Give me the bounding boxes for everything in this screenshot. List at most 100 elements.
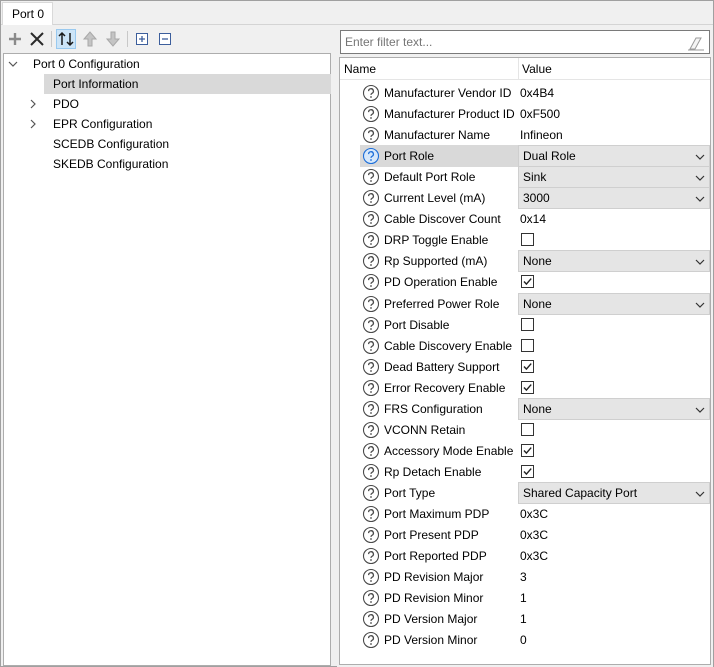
help-icon[interactable] xyxy=(362,421,380,439)
property-row-manufacturer-vendor-id[interactable]: Manufacturer Vendor ID 0x4B4 xyxy=(340,82,710,104)
help-icon[interactable] xyxy=(362,210,380,228)
property-row-error-recovery-enable[interactable]: Error Recovery Enable xyxy=(340,377,710,399)
property-row-drp-toggle-enable[interactable]: DRP Toggle Enable xyxy=(340,229,710,251)
property-value[interactable]: 0xF500 xyxy=(520,103,560,125)
help-icon[interactable] xyxy=(362,84,380,102)
help-icon[interactable] xyxy=(362,358,380,376)
column-header-name[interactable]: Name xyxy=(344,62,376,76)
property-dropdown[interactable]: None xyxy=(518,250,710,273)
property-row-port-reported-pdp[interactable]: Port Reported PDP 0x3C xyxy=(340,545,710,567)
property-row-port-role[interactable]: Port Role Dual Role xyxy=(340,145,710,168)
property-row-rp-supported-ma[interactable]: Rp Supported (mA) None xyxy=(340,250,710,273)
help-icon[interactable] xyxy=(362,526,380,544)
property-row-port-disable[interactable]: Port Disable xyxy=(340,314,710,336)
property-row-preferred-power-role[interactable]: Preferred Power Role None xyxy=(340,292,710,315)
property-value[interactable]: 0x3C xyxy=(520,545,548,567)
property-dropdown[interactable]: None xyxy=(518,292,710,315)
help-icon[interactable] xyxy=(362,273,380,291)
help-icon[interactable] xyxy=(362,463,380,481)
property-dropdown[interactable]: None xyxy=(518,397,710,420)
property-row-pd-version-minor[interactable]: PD Version Minor 0 xyxy=(340,629,710,651)
chevron-down-icon[interactable] xyxy=(7,54,19,74)
property-value[interactable]: 0 xyxy=(520,629,527,651)
property-value[interactable]: 0x14 xyxy=(520,208,546,230)
property-value[interactable]: 1 xyxy=(520,608,527,630)
move-down-icon[interactable] xyxy=(103,29,123,49)
property-row-pd-operation-enable[interactable]: PD Operation Enable xyxy=(340,271,710,293)
clear-filter-icon[interactable] xyxy=(687,35,705,51)
filter-input[interactable] xyxy=(345,34,675,50)
property-value[interactable]: 0x3C xyxy=(520,524,548,546)
tree-item-pdo[interactable]: PDO xyxy=(4,94,330,114)
help-icon[interactable] xyxy=(362,547,380,565)
tree-item-epr-configuration[interactable]: EPR Configuration xyxy=(4,114,330,134)
help-icon[interactable] xyxy=(362,610,380,628)
tab-port-0[interactable]: Port 0 xyxy=(2,2,53,25)
property-checkbox[interactable] xyxy=(521,317,534,331)
property-checkbox[interactable] xyxy=(521,359,534,373)
add-icon[interactable] xyxy=(5,29,25,49)
help-icon[interactable] xyxy=(362,231,380,249)
property-row-manufacturer-name[interactable]: Manufacturer Name Infineon xyxy=(340,124,710,146)
help-icon[interactable] xyxy=(362,147,380,165)
property-row-frs-configuration[interactable]: FRS Configuration None xyxy=(340,397,710,420)
property-row-port-present-pdp[interactable]: Port Present PDP 0x3C xyxy=(340,524,710,546)
help-icon[interactable] xyxy=(362,105,380,123)
property-checkbox[interactable] xyxy=(521,443,534,457)
collapse-all-icon[interactable] xyxy=(155,29,175,49)
property-value[interactable]: 1 xyxy=(520,587,527,609)
help-icon[interactable] xyxy=(362,295,380,313)
property-value[interactable]: 0x4B4 xyxy=(520,82,554,104)
help-icon[interactable] xyxy=(362,505,380,523)
property-checkbox[interactable] xyxy=(521,275,534,289)
property-row-default-port-role[interactable]: Default Port Role Sink xyxy=(340,166,710,189)
property-checkbox[interactable] xyxy=(521,233,534,247)
remove-icon[interactable] xyxy=(27,29,47,49)
property-row-port-maximum-pdp[interactable]: Port Maximum PDP 0x3C xyxy=(340,503,710,525)
property-row-rp-detach-enable[interactable]: Rp Detach Enable xyxy=(340,461,710,483)
property-row-port-type[interactable]: Port Type Shared Capacity Port xyxy=(340,481,710,504)
help-icon[interactable] xyxy=(362,379,380,397)
property-dropdown[interactable]: 3000 xyxy=(518,187,710,210)
expand-all-icon[interactable] xyxy=(132,29,152,49)
column-divider[interactable] xyxy=(518,58,519,80)
property-checkbox[interactable] xyxy=(521,464,534,478)
property-row-current-level-ma[interactable]: Current Level (mA) 3000 xyxy=(340,187,710,210)
chevron-right-icon[interactable] xyxy=(27,94,39,114)
property-dropdown[interactable]: Shared Capacity Port xyxy=(518,481,710,504)
property-row-pd-revision-major[interactable]: PD Revision Major 3 xyxy=(340,566,710,588)
property-checkbox[interactable] xyxy=(521,380,534,394)
tree-root[interactable]: Port 0 Configuration xyxy=(4,54,330,74)
property-row-pd-version-major[interactable]: PD Version Major 1 xyxy=(340,608,710,630)
property-value[interactable]: 3 xyxy=(520,566,527,588)
sort-icon[interactable] xyxy=(56,29,76,49)
help-icon[interactable] xyxy=(362,589,380,607)
help-icon[interactable] xyxy=(362,337,380,355)
help-icon[interactable] xyxy=(362,631,380,649)
property-checkbox[interactable] xyxy=(521,338,534,352)
move-up-icon[interactable] xyxy=(80,29,100,49)
help-icon[interactable] xyxy=(362,442,380,460)
property-checkbox[interactable] xyxy=(521,422,534,436)
property-value[interactable]: 0x3C xyxy=(520,503,548,525)
property-dropdown[interactable]: Sink xyxy=(518,166,710,189)
property-value[interactable]: Infineon xyxy=(520,124,563,146)
property-row-vconn-retain[interactable]: VCONN Retain xyxy=(340,419,710,441)
help-icon[interactable] xyxy=(362,168,380,186)
help-icon[interactable] xyxy=(362,252,380,270)
property-row-manufacturer-product-id[interactable]: Manufacturer Product ID 0xF500 xyxy=(340,103,710,125)
column-header-value[interactable]: Value xyxy=(522,62,552,76)
help-icon[interactable] xyxy=(362,484,380,502)
tree-item-scedb-configuration[interactable]: SCEDB Configuration xyxy=(4,134,330,154)
property-row-dead-battery-support[interactable]: Dead Battery Support xyxy=(340,356,710,378)
property-row-accessory-mode-enable[interactable]: Accessory Mode Enable xyxy=(340,440,710,462)
property-row-cable-discover-count[interactable]: Cable Discover Count 0x14 xyxy=(340,208,710,230)
tree-item-port-information[interactable]: Port Information xyxy=(4,74,331,94)
help-icon[interactable] xyxy=(362,189,380,207)
help-icon[interactable] xyxy=(362,568,380,586)
help-icon[interactable] xyxy=(362,126,380,144)
chevron-right-icon[interactable] xyxy=(27,114,39,134)
property-row-pd-revision-minor[interactable]: PD Revision Minor 1 xyxy=(340,587,710,609)
tree-item-skedb-configuration[interactable]: SKEDB Configuration xyxy=(4,154,330,174)
help-icon[interactable] xyxy=(362,316,380,334)
